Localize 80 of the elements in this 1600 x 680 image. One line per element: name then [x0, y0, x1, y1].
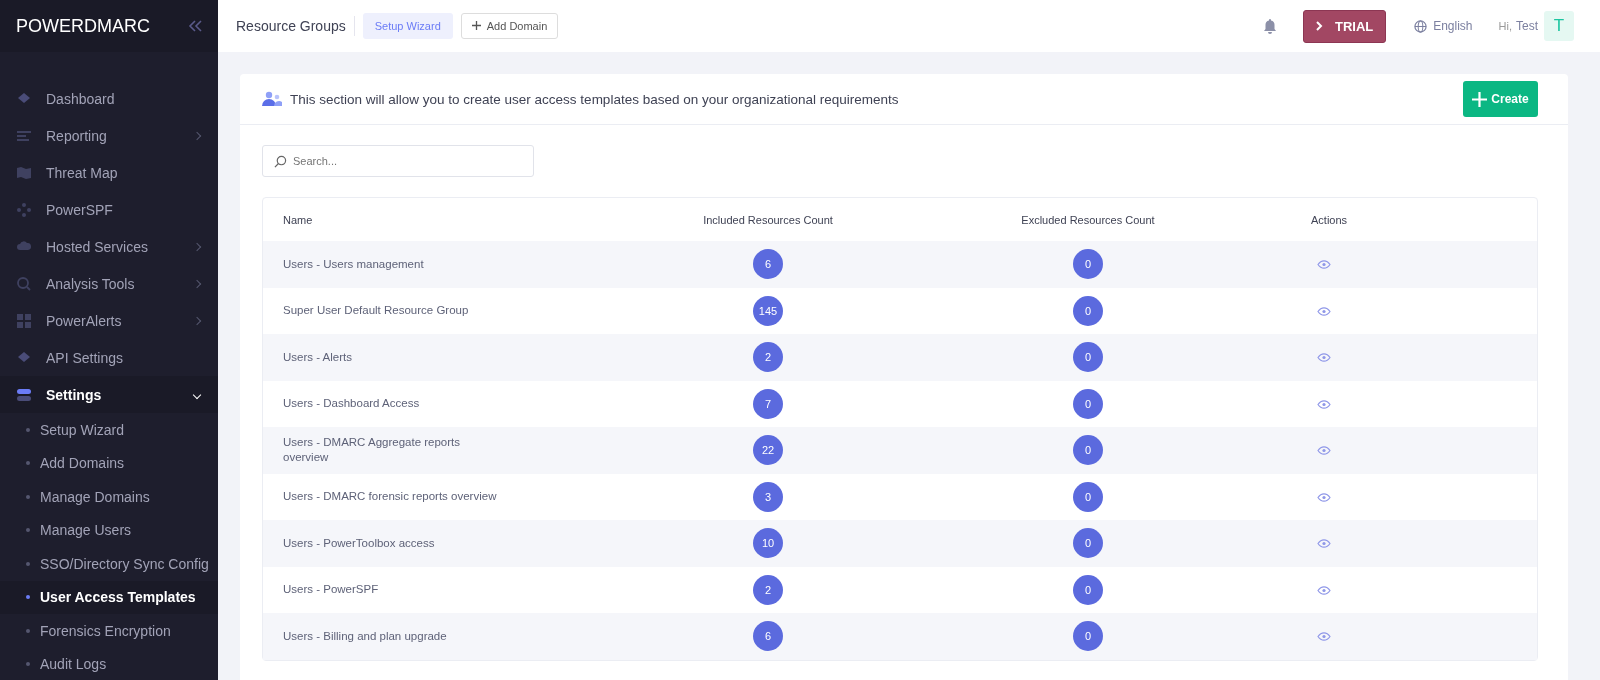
greeting: Hi,	[1498, 20, 1512, 32]
count-badge: 10	[753, 528, 783, 559]
column-header: Name	[282, 213, 314, 226]
table-cell-text: Users - DMARC forensic reports overview	[282, 489, 498, 505]
submenu-item[interactable]: Add Domains	[0, 446, 218, 480]
table-cell-text: Users - PowerSPF	[282, 582, 380, 598]
eye-icon[interactable]	[1317, 353, 1331, 363]
bell-icon[interactable]	[1263, 18, 1278, 34]
menu-item[interactable]: Dashboard	[0, 80, 218, 117]
count-badge: 3	[753, 481, 783, 512]
section-description: This section will allow you to create user access templates based on your organizational requirements	[290, 91, 899, 107]
count-badge: 7	[753, 388, 783, 419]
column-header: Actions	[1310, 213, 1349, 226]
count-badge: 6	[753, 621, 783, 652]
table-cell-text: Users - DMARC Aggregate reports overview	[282, 435, 462, 466]
menu-item[interactable]: Analysis Tools	[0, 265, 218, 302]
column-header: Excluded Resources Count	[1020, 213, 1156, 226]
logo: POWERDMARC	[16, 15, 150, 37]
count-badge: 0	[1073, 295, 1103, 326]
toggle-icon	[16, 386, 32, 403]
count-badge: 0	[1073, 435, 1103, 466]
eye-icon[interactable]	[1317, 260, 1331, 270]
count-badge: 0	[1073, 249, 1103, 280]
table-cell-text: Super User Default Resource Group	[282, 303, 470, 319]
double-chevron-icon[interactable]	[188, 20, 202, 32]
eye-icon[interactable]	[1317, 446, 1331, 456]
count-badge: 0	[1073, 342, 1103, 373]
user-name: Test	[1516, 19, 1538, 33]
language-selector[interactable]: English	[1414, 19, 1473, 33]
add-domain-button[interactable]: Add Domain	[460, 13, 559, 39]
table-cell-text: Users - Billing and plan upgrade	[282, 628, 448, 644]
count-badge: 145	[753, 295, 783, 326]
eye-icon[interactable]	[1317, 306, 1331, 316]
submenu-item[interactable]: User Access Templates	[0, 580, 218, 614]
table-cell-text: Users - Users management	[282, 256, 425, 272]
menu-item[interactable]: Settings	[0, 376, 218, 413]
count-badge: 0	[1073, 481, 1103, 512]
menu-item[interactable]: Hosted Services	[0, 228, 218, 265]
page-title: Resource Groups	[236, 18, 346, 34]
submenu-item[interactable]: Forensics Encryption	[0, 614, 218, 648]
trial-button[interactable]: TRIAL	[1303, 9, 1387, 43]
count-badge: 22	[753, 435, 783, 466]
count-badge: 0	[1073, 528, 1103, 559]
eye-icon[interactable]	[1317, 492, 1331, 502]
menu-item[interactable]: PowerAlerts	[0, 302, 218, 339]
search-icon	[274, 155, 287, 168]
dots-icon	[16, 201, 32, 218]
globe-icon	[1414, 19, 1428, 33]
count-badge: 0	[1073, 621, 1103, 652]
plus-icon	[1472, 91, 1488, 107]
menu-item[interactable]: Threat Map	[0, 154, 218, 191]
eye-icon[interactable]	[1317, 399, 1331, 409]
table-cell-text: Users - PowerToolbox access	[282, 535, 436, 551]
count-badge: 0	[1073, 388, 1103, 419]
eye-icon[interactable]	[1317, 539, 1331, 549]
eye-icon[interactable]	[1317, 632, 1331, 642]
plus-icon	[471, 21, 481, 30]
submenu-item[interactable]: Manage Users	[0, 513, 218, 547]
language-label: English	[1433, 19, 1473, 33]
count-badge: 2	[753, 574, 783, 605]
count-badge: 6	[753, 249, 783, 280]
table-cell-text: Users - Alerts	[282, 349, 353, 365]
submenu-item[interactable]: Setup Wizard	[0, 413, 218, 447]
grid-icon	[16, 312, 32, 329]
search-field[interactable]: Search...	[262, 145, 534, 177]
submenu-item[interactable]: Manage Domains	[0, 480, 218, 514]
menu-item[interactable]: API Settings	[0, 339, 218, 376]
menu-item[interactable]: PowerSPF	[0, 191, 218, 228]
menu-item[interactable]: Reporting	[0, 117, 218, 154]
count-badge: 2	[753, 342, 783, 373]
map-icon	[16, 164, 32, 181]
chevron-icon	[1316, 20, 1324, 31]
users-icon	[262, 91, 282, 107]
count-badge: 0	[1073, 574, 1103, 605]
search-icon	[16, 275, 32, 292]
column-header: Included Resources Count	[702, 213, 834, 226]
table-cell-text: Users - Dashboard Access	[282, 396, 421, 412]
submenu-item[interactable]: Audit Logs	[0, 647, 218, 680]
submenu-item[interactable]: SSO/Directory Sync Config	[0, 547, 218, 581]
eye-icon[interactable]	[1317, 585, 1331, 595]
